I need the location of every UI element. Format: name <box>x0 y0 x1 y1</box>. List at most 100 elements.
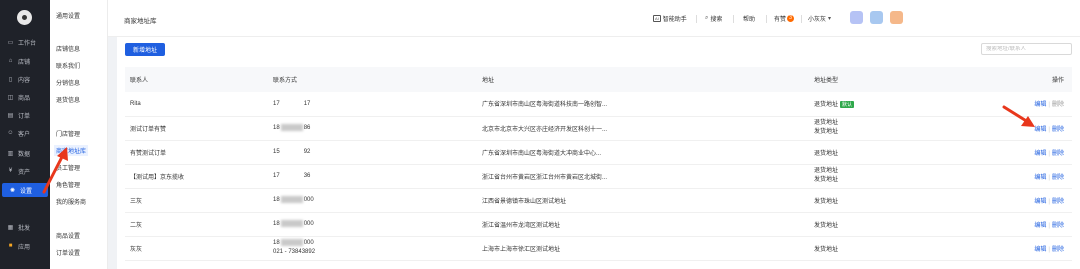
sidebar-item-label: 内容 <box>18 77 31 84</box>
bag-icon: ◫ <box>7 94 14 101</box>
redaction-blur <box>281 148 303 155</box>
gear-icon: ✺ <box>9 187 16 194</box>
delete-link[interactable]: 删除 <box>1052 247 1064 253</box>
edit-link[interactable]: 编辑 <box>1034 175 1046 181</box>
actions-cell: 编辑 | 删除 <box>969 140 1072 165</box>
actions-cell: 编辑 | 删除 <box>969 92 1072 117</box>
user-menu[interactable]: 小灰灰 ▾ <box>808 14 833 23</box>
subnav-general[interactable]: 通用设置 <box>56 11 80 20</box>
redaction-blur <box>280 196 303 204</box>
subnav-shop-info[interactable]: 店铺信息 <box>56 44 80 53</box>
user-name: 小灰灰 <box>808 17 827 23</box>
address-cell: 江西省景德镇市珠山区测试地址 <box>477 188 809 213</box>
sidebar-item-shop[interactable]: ⌂ 店铺 <box>0 54 50 68</box>
sidebar-item-label: 数据 <box>18 151 31 158</box>
subnav-staff[interactable]: 员工管理 <box>56 163 80 172</box>
contact-cell: 有赞测试订单 <box>125 140 268 165</box>
app-shortcut-icon[interactable] <box>890 11 903 24</box>
sidebar-item-workbench[interactable]: ▭ 工作台 <box>0 35 50 49</box>
notification-badge: 3 <box>787 15 795 22</box>
praise-button[interactable]: 有赞 3 <box>774 14 795 23</box>
order-icon: ▤ <box>7 112 14 119</box>
column-header-type: 地址类型 <box>809 67 969 92</box>
subnav-contact-us[interactable]: 联系我们 <box>56 61 80 70</box>
sidebar-item-assets[interactable]: ¥ 资产 <box>0 164 50 178</box>
edit-link[interactable]: 编辑 <box>1034 199 1046 205</box>
monitor-icon: ▭ <box>7 39 14 46</box>
delete-link[interactable]: 删除 <box>1052 102 1064 108</box>
shop-avatar[interactable] <box>17 10 32 25</box>
assistant-icon: AI <box>653 15 661 22</box>
column-header-phone: 联系方式 <box>268 67 477 92</box>
subnav-store-management[interactable]: 门店管理 <box>56 129 80 138</box>
subnav-goods-settings[interactable]: 商品设置 <box>56 231 80 240</box>
table-row: Rita 17 17 广东省深圳市南山区粤海街道科技南一路创智... 退货地址 默认… <box>125 92 1072 117</box>
subnav-return-info[interactable]: 退货信息 <box>56 95 80 104</box>
contact-cell: 【测试用】京东揽收 <box>125 164 268 189</box>
page-title: 商家地址库 <box>124 18 157 25</box>
subnav-distribution[interactable]: 分销信息 <box>56 78 80 87</box>
contact-cell: 测试订单有赞 <box>125 116 268 141</box>
delete-link[interactable]: 删除 <box>1052 199 1064 205</box>
app-shortcut-icon[interactable] <box>870 11 883 24</box>
top-bar: 商家地址库 AI 智能助手 ⌕ 搜索 帮助 有赞 3 小灰灰 ▾ <box>108 0 1080 37</box>
sidebar-item-settings[interactable]: ✺ 设置 <box>2 183 48 197</box>
subnav-address-library[interactable]: 商家地址库 <box>54 145 89 156</box>
edit-link[interactable]: 编辑 <box>1034 127 1046 133</box>
contact-cell: Rita <box>125 92 268 117</box>
sidebar-item-label: 工作台 <box>18 40 37 47</box>
subnav-roles[interactable]: 角色管理 <box>56 180 80 189</box>
delete-link[interactable]: 删除 <box>1052 175 1064 181</box>
address-cell: 广东省深圳市南山区粤海街道科技南一路创智... <box>477 92 809 117</box>
address-type-cell: 退货地址 <box>809 140 969 165</box>
phone-cell: 17 17 <box>268 92 477 117</box>
sidebar-item-label: 店铺 <box>18 59 31 66</box>
delete-link[interactable]: 删除 <box>1052 151 1064 157</box>
sidebar-item-content[interactable]: ▯ 内容 <box>0 72 50 86</box>
column-header-address: 地址 <box>477 67 809 92</box>
address-table: 联系人 联系方式 地址 地址类型 操作 Rita 17 17 广东省深圳市南山区粤… <box>125 67 1072 261</box>
search-input[interactable] <box>986 46 1071 52</box>
money-icon: ¥ <box>8 168 13 174</box>
address-library-panel: 新增地址 联系人 联系方式 地址 地址类型 操作 Rita 1717 广东省深圳… <box>117 37 1080 269</box>
edit-link[interactable]: 编辑 <box>1034 223 1046 229</box>
assistant-button[interactable]: AI 智能助手 <box>653 14 687 23</box>
sidebar-item-orders[interactable]: ▤ 订单 <box>0 108 50 122</box>
search-field[interactable] <box>981 43 1072 55</box>
subnav-order-settings[interactable]: 订单设置 <box>56 248 80 257</box>
address-cell: 浙江省温州市龙湾区测试地址 <box>477 212 809 237</box>
delete-link[interactable]: 删除 <box>1052 223 1064 229</box>
table-row: 【测试用】京东揽收 17 36 浙江省台州市黄岩区浙江台州市黄岩区北城街... 退… <box>125 164 1072 189</box>
address-type-cell: 发货地址 <box>809 188 969 213</box>
sidebar-item-data[interactable]: ▥ 数据 <box>0 146 50 160</box>
sidebar-item-label: 应用 <box>18 244 31 251</box>
shop-icon: ⌂ <box>8 58 13 64</box>
delete-link[interactable]: 删除 <box>1052 127 1064 133</box>
sidebar-item-apps[interactable]: ■ 应用 <box>0 239 50 253</box>
user-icon: ☺ <box>7 130 14 136</box>
help-button[interactable]: 帮助 <box>743 14 755 23</box>
search-label: 搜索 <box>710 17 723 23</box>
redaction-blur <box>280 124 303 132</box>
sidebar-item-label: 资产 <box>18 169 31 176</box>
phone-cell: 17 36 <box>268 164 477 189</box>
redaction-blur <box>280 220 303 228</box>
column-header-actions: 操作 <box>969 67 1072 92</box>
search-button[interactable]: ⌕ 搜索 <box>705 14 722 23</box>
subnav-service-providers[interactable]: 我的服务商 <box>56 197 86 206</box>
sidebar-item-customers[interactable]: ☺ 客户 <box>0 126 50 140</box>
contact-cell: 二灰 <box>125 212 268 237</box>
sidebar-item-wholesale[interactable]: ▦ 批发 <box>0 220 50 234</box>
address-cell: 浙江省台州市黄岩区浙江台州市黄岩区北城街... <box>477 164 809 189</box>
add-address-button[interactable]: 新增地址 <box>125 43 165 56</box>
sidebar-item-goods[interactable]: ◫ 商品 <box>0 90 50 104</box>
search-icon: ⌕ <box>705 15 709 21</box>
address-type-cell: 退货地址 发货地址 <box>809 116 969 141</box>
table-row: 测试订单有赞 18 86 北京市北京市大兴区亦庄经济开发区科创十一... 退货地址… <box>125 116 1072 141</box>
app-shortcut-icon[interactable] <box>850 11 863 24</box>
edit-link[interactable]: 编辑 <box>1034 151 1046 157</box>
edit-link[interactable]: 编辑 <box>1034 247 1046 253</box>
help-label: 帮助 <box>743 17 756 23</box>
table-row: 二灰 18 000 浙江省温州市龙湾区测试地址 发货地址 编辑 | 删除 <box>125 212 1072 237</box>
edit-link[interactable]: 编辑 <box>1034 102 1046 108</box>
